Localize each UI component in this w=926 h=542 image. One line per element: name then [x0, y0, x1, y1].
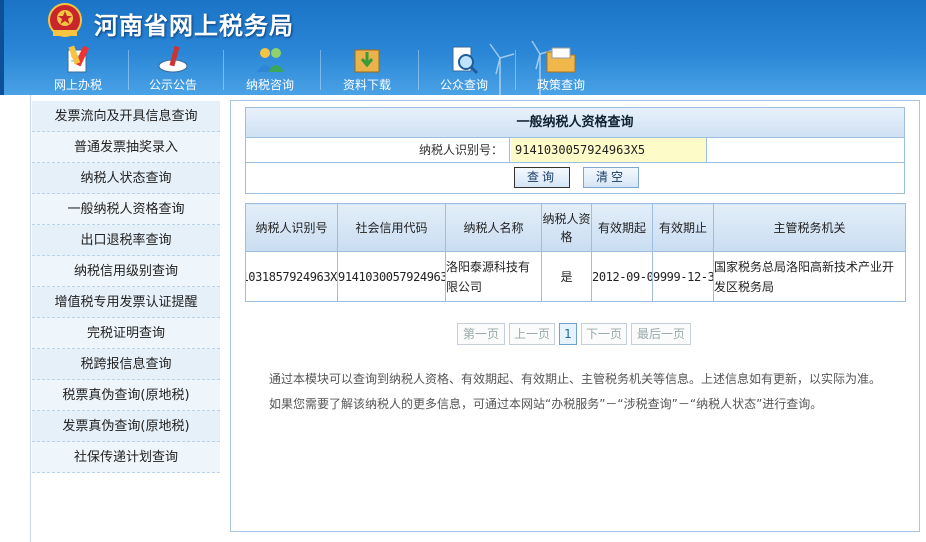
valid-from-cell: 2012-09-01 — [591, 251, 653, 302]
prev-page-button[interactable]: 上一页 — [509, 323, 555, 345]
sidebar-item-tax-ticket-verify[interactable]: 税票真伪查询(原地税) — [32, 380, 220, 411]
nav-policy-query[interactable]: 政策查询 — [521, 44, 601, 94]
table-header-row: 纳税人识别号 社会信用代码 纳税人名称 纳税人资格 有效期起 有效期止 主管税务… — [245, 203, 906, 252]
note-line: 如果您需要了解该纳税人的更多信息，可通过本网站“办税服务”－“涉税查询”－“纳税… — [269, 397, 823, 411]
site-header: 河南省网上税务局 网上办税 公示公告 纳税咨询 资料下载 公众查询 政策查询 — [0, 0, 926, 95]
valid-to-cell: 9999-12-31 — [652, 251, 714, 302]
sidebar-item-taxpayer-status[interactable]: 纳税人状态查询 — [32, 163, 220, 194]
nav-consultation[interactable]: 纳税咨询 — [230, 44, 310, 94]
nav-announcements[interactable]: 公示公告 — [133, 44, 213, 94]
results-table: 纳税人识别号 社会信用代码 纳税人名称 纳税人资格 有效期起 有效期止 主管税务… — [245, 203, 906, 302]
column-header: 有效期止 — [652, 203, 714, 252]
nav-downloads[interactable]: 资料下载 — [327, 44, 407, 94]
nav-label: 公示公告 — [148, 78, 197, 92]
nav-separator — [223, 50, 224, 90]
current-page[interactable]: 1 — [559, 323, 577, 345]
cell-text: 41031857924963X — [247, 269, 337, 284]
sidebar-item-invoice-verify[interactable]: 发票真伪查询(原地税) — [32, 411, 220, 442]
nav-separator — [128, 50, 129, 90]
main-panel: 一般纳税人资格查询 纳税人识别号： 查询 清空 纳税人识别号 社会信用代码 纳税… — [230, 100, 920, 532]
column-header: 纳税人资格 — [541, 203, 592, 252]
tax-authority-cell: 国家税务总局洛阳高新技术产业开发区税务局 — [713, 251, 906, 302]
magnifier-icon — [452, 46, 479, 75]
clear-button[interactable]: 清空 — [583, 167, 639, 188]
last-page-button[interactable]: 最后一页 — [631, 323, 691, 345]
sidebar-item-general-taxpayer[interactable]: 一般纳税人资格查询 — [32, 194, 220, 225]
taxpayer-name-cell: 洛阳泰源科技有限公司 — [445, 251, 542, 302]
first-page-button[interactable]: 第一页 — [457, 323, 505, 345]
credit-code-cell: 9141030057924963X5 — [337, 251, 446, 302]
pen-pad-icon — [158, 45, 188, 73]
sidebar-item-tax-certificate[interactable]: 完税证明查询 — [32, 318, 220, 349]
sidebar-item-credit-level[interactable]: 纳税信用级别查询 — [32, 256, 220, 287]
note-line: 通过本模块可以查询到纳税人资格、有效期起、有效期止、主管税务机关等信息。上述信息… — [269, 372, 882, 386]
download-box-icon — [354, 49, 380, 73]
nav-label: 网上办税 — [53, 78, 102, 92]
people-icon — [257, 48, 284, 72]
folder-icon — [546, 47, 576, 73]
help-notes: 通过本模块可以查询到纳税人资格、有效期起、有效期止、主管税务机关等信息。上述信息… — [269, 367, 909, 417]
column-header: 纳税人名称 — [445, 203, 542, 252]
sidebar-item-cross-region[interactable]: 税跨报信息查询 — [32, 349, 220, 380]
sidebar: 发票流向及开具信息查询 普通发票抽奖录入 纳税人状态查询 一般纳税人资格查询 出… — [32, 101, 220, 473]
national-emblem-icon — [48, 3, 82, 37]
taxpayer-id-label: 纳税人识别号： — [246, 138, 510, 162]
column-header: 有效期起 — [591, 203, 653, 252]
column-header: 纳税人识别号 — [245, 203, 338, 252]
sidebar-item-vat-reminder[interactable]: 增值税专用发票认证提醒 — [32, 287, 220, 318]
site-title: 河南省网上税务局 — [94, 12, 294, 40]
header-edge — [0, 0, 4, 95]
sidebar-item-invoice-flow[interactable]: 发票流向及开具信息查询 — [32, 101, 220, 132]
page-border — [30, 95, 31, 542]
nav-separator — [320, 50, 321, 90]
nav-label: 公众查询 — [439, 78, 488, 92]
button-row: 查询 清空 — [246, 163, 904, 193]
nav-label: 政策查询 — [536, 78, 585, 92]
query-form: 一般纳税人资格查询 纳税人识别号： 查询 清空 — [245, 107, 905, 194]
query-button[interactable]: 查询 — [514, 167, 570, 188]
nav-label: 资料下载 — [342, 78, 391, 92]
next-page-button[interactable]: 下一页 — [581, 323, 627, 345]
nav-online-tax[interactable]: 网上办税 — [38, 44, 118, 94]
nav-label: 纳税咨询 — [245, 78, 294, 92]
qualification-cell: 是 — [541, 251, 592, 302]
taxpayer-id-cell: 41031857924963X — [245, 251, 338, 302]
pen-document-icon — [67, 45, 89, 73]
query-title: 一般纳税人资格查询 — [246, 108, 904, 138]
sidebar-item-invoice-lottery[interactable]: 普通发票抽奖录入 — [32, 132, 220, 163]
sidebar-item-export-rebate[interactable]: 出口退税率查询 — [32, 225, 220, 256]
nav-separator — [515, 50, 516, 90]
query-row: 纳税人识别号： — [246, 138, 904, 163]
nav-separator — [418, 50, 419, 90]
sidebar-item-social-security[interactable]: 社保传递计划查询 — [32, 442, 220, 473]
table-row: 41031857924963X 9141030057924963X5 洛阳泰源科… — [245, 251, 906, 302]
column-header: 主管税务机关 — [713, 203, 906, 252]
column-header: 社会信用代码 — [337, 203, 446, 252]
taxpayer-id-input[interactable] — [511, 138, 707, 162]
nav-public-query[interactable]: 公众查询 — [424, 44, 504, 94]
